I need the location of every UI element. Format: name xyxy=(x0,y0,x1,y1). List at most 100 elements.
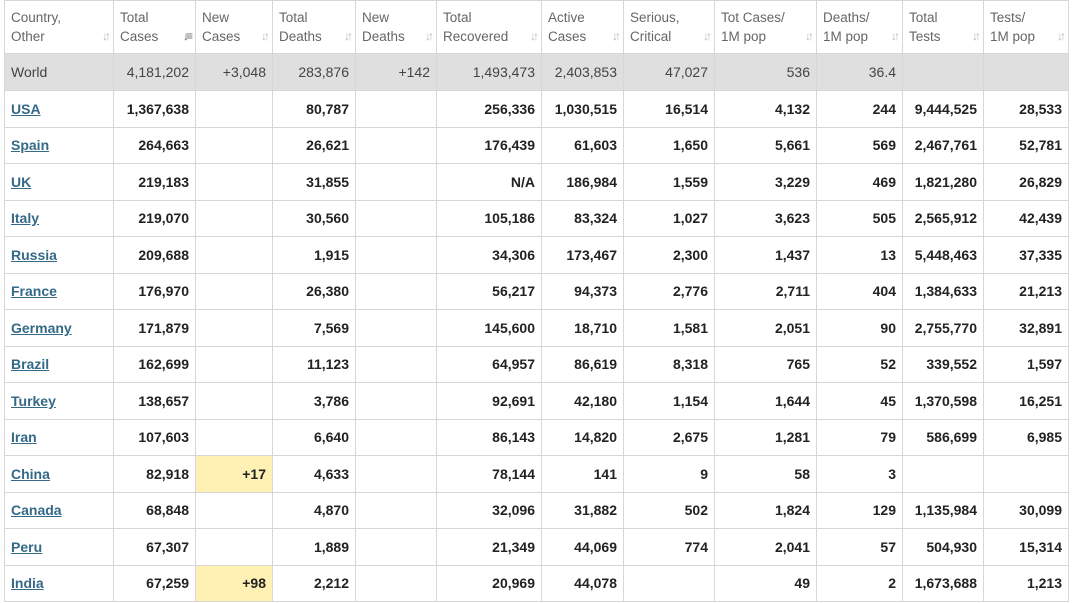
table-cell: 774 xyxy=(623,528,715,566)
country-link[interactable]: Brazil xyxy=(11,356,49,372)
table-cell: 141 xyxy=(541,455,624,493)
column-header-4[interactable]: New Deaths ↓↑ xyxy=(355,0,437,54)
table-cell: +17 xyxy=(195,455,273,493)
table-cell: 765 xyxy=(714,345,817,383)
column-header-10[interactable]: Total Tests ↓↑ xyxy=(902,0,984,54)
column-header-line1: Total xyxy=(120,10,149,25)
table-cell: 1,370,598 xyxy=(902,382,984,420)
table-cell: 1,213 xyxy=(983,564,1069,602)
table-cell: 2,755,770 xyxy=(902,309,984,347)
country-link[interactable]: UK xyxy=(11,174,31,190)
column-header-7[interactable]: Serious, Critical ↓↑ xyxy=(623,0,715,54)
table-cell: 107,603 xyxy=(113,418,196,456)
table-cell: 83,324 xyxy=(541,199,624,237)
table-cell: 469 xyxy=(816,163,903,201)
column-header-line2: Tests xyxy=(909,29,941,44)
sort-arrows-icon[interactable]: ↓↑ xyxy=(1057,27,1066,46)
sort-arrows-icon[interactable]: ↓↑ xyxy=(344,27,353,46)
table-cell: 11,123 xyxy=(272,345,356,383)
table-cell: 2,675 xyxy=(623,418,715,456)
table-cell xyxy=(902,53,984,91)
table-cell: 44,078 xyxy=(541,564,624,602)
table-cell: 2,041 xyxy=(714,528,817,566)
column-header-line2: Cases xyxy=(548,29,587,44)
column-header-3[interactable]: Total Deaths ↓↑ xyxy=(272,0,356,54)
country-cell: Italy xyxy=(4,199,114,237)
table-body: World 4,181,202 +3,048 283,876 +142 1,493,473… xyxy=(4,53,1069,602)
sort-arrows-icon[interactable]: ↓↑ xyxy=(612,27,621,46)
column-header-1[interactable]: Total Cases ↓≡ xyxy=(113,0,196,54)
sort-arrows-icon[interactable]: ↓↑ xyxy=(425,27,434,46)
table-row: India 67,259 +98 2,212 20,969 44,078 49 2 1,673,… xyxy=(4,564,1069,602)
column-header-line2: Other xyxy=(11,29,45,44)
table-cell: 1,889 xyxy=(272,528,356,566)
table-cell xyxy=(355,90,437,128)
country-link[interactable]: Germany xyxy=(11,320,72,336)
sort-arrows-icon[interactable]: ↓↑ xyxy=(972,27,981,46)
sort-arrows-icon[interactable]: ↓↑ xyxy=(102,27,111,46)
sort-arrows-icon[interactable]: ↓↑ xyxy=(805,27,814,46)
table-cell: 244 xyxy=(816,90,903,128)
sort-arrows-icon[interactable]: ↓↑ xyxy=(891,27,900,46)
table-cell: +3,048 xyxy=(195,53,273,91)
table-cell: 404 xyxy=(816,272,903,310)
table-cell xyxy=(623,564,715,602)
column-header-line1: Deaths/ xyxy=(823,10,870,25)
table-cell: 2,300 xyxy=(623,236,715,274)
column-header-0[interactable]: Country, Other ↓↑ xyxy=(4,0,114,54)
sort-arrows-icon[interactable]: ↓≡ xyxy=(183,27,193,46)
table-cell: 1,915 xyxy=(272,236,356,274)
header-row: Country, Other ↓↑ Total Cases ↓≡ New Cases ↓↑ Tot… xyxy=(4,0,1069,54)
table-cell xyxy=(195,345,273,383)
country-cell: Brazil xyxy=(4,345,114,383)
country-link[interactable]: China xyxy=(11,466,50,482)
table-row: Peru 67,307 1,889 21,349 44,069 774 2,041 57 504… xyxy=(4,528,1069,566)
sort-arrows-icon[interactable]: ↓↑ xyxy=(530,27,539,46)
table-cell: 4,870 xyxy=(272,491,356,529)
table-cell: 176,970 xyxy=(113,272,196,310)
country-cell: Russia xyxy=(4,236,114,274)
sort-arrows-icon[interactable]: ↓↑ xyxy=(261,27,270,46)
country-link[interactable]: France xyxy=(11,283,57,299)
column-header-8[interactable]: Tot Cases/1M pop ↓↑ xyxy=(714,0,817,54)
table-cell: 536 xyxy=(714,53,817,91)
country-cell: Spain xyxy=(4,126,114,164)
column-header-6[interactable]: Active Cases ↓↑ xyxy=(541,0,624,54)
table-cell xyxy=(355,272,437,310)
table-row: Canada 68,848 4,870 32,096 31,882 502 1,824 129… xyxy=(4,491,1069,529)
sort-arrows-icon[interactable]: ↓↑ xyxy=(703,27,712,46)
column-header-2[interactable]: New Cases ↓↑ xyxy=(195,0,273,54)
table-cell: 52 xyxy=(816,345,903,383)
country-link[interactable]: Peru xyxy=(11,539,42,555)
table-cell: 129 xyxy=(816,491,903,529)
country-link[interactable]: USA xyxy=(11,101,41,117)
country-link[interactable]: India xyxy=(11,575,44,591)
country-link[interactable]: Iran xyxy=(11,429,37,445)
table-cell: 1,650 xyxy=(623,126,715,164)
column-header-line2: 1M pop xyxy=(721,29,767,44)
column-header-5[interactable]: Total Recovered ↓↑ xyxy=(436,0,542,54)
country-cell: UK xyxy=(4,163,114,201)
column-header-line2: 1M pop xyxy=(823,29,869,44)
country-link[interactable]: Russia xyxy=(11,247,57,263)
table-cell: 1,673,688 xyxy=(902,564,984,602)
table-cell: 16,514 xyxy=(623,90,715,128)
table-cell: 5,661 xyxy=(714,126,817,164)
column-header-9[interactable]: Deaths/1M pop ↓↑ xyxy=(816,0,903,54)
table-cell: 2,565,912 xyxy=(902,199,984,237)
country-link[interactable]: Italy xyxy=(11,210,39,226)
table-cell: 90 xyxy=(816,309,903,347)
table-cell: 219,070 xyxy=(113,199,196,237)
country-link[interactable]: Spain xyxy=(11,137,49,153)
table-cell: 8,318 xyxy=(623,345,715,383)
country-link[interactable]: Turkey xyxy=(11,393,56,409)
table-cell: 4,132 xyxy=(714,90,817,128)
table-cell xyxy=(195,491,273,529)
table-cell: 67,307 xyxy=(113,528,196,566)
table-cell: 1,027 xyxy=(623,199,715,237)
table-cell xyxy=(355,345,437,383)
table-cell: 67,259 xyxy=(113,564,196,602)
column-header-11[interactable]: Tests/1M pop ↓↑ xyxy=(983,0,1069,54)
table-cell: 105,186 xyxy=(436,199,542,237)
country-link[interactable]: Canada xyxy=(11,502,62,518)
